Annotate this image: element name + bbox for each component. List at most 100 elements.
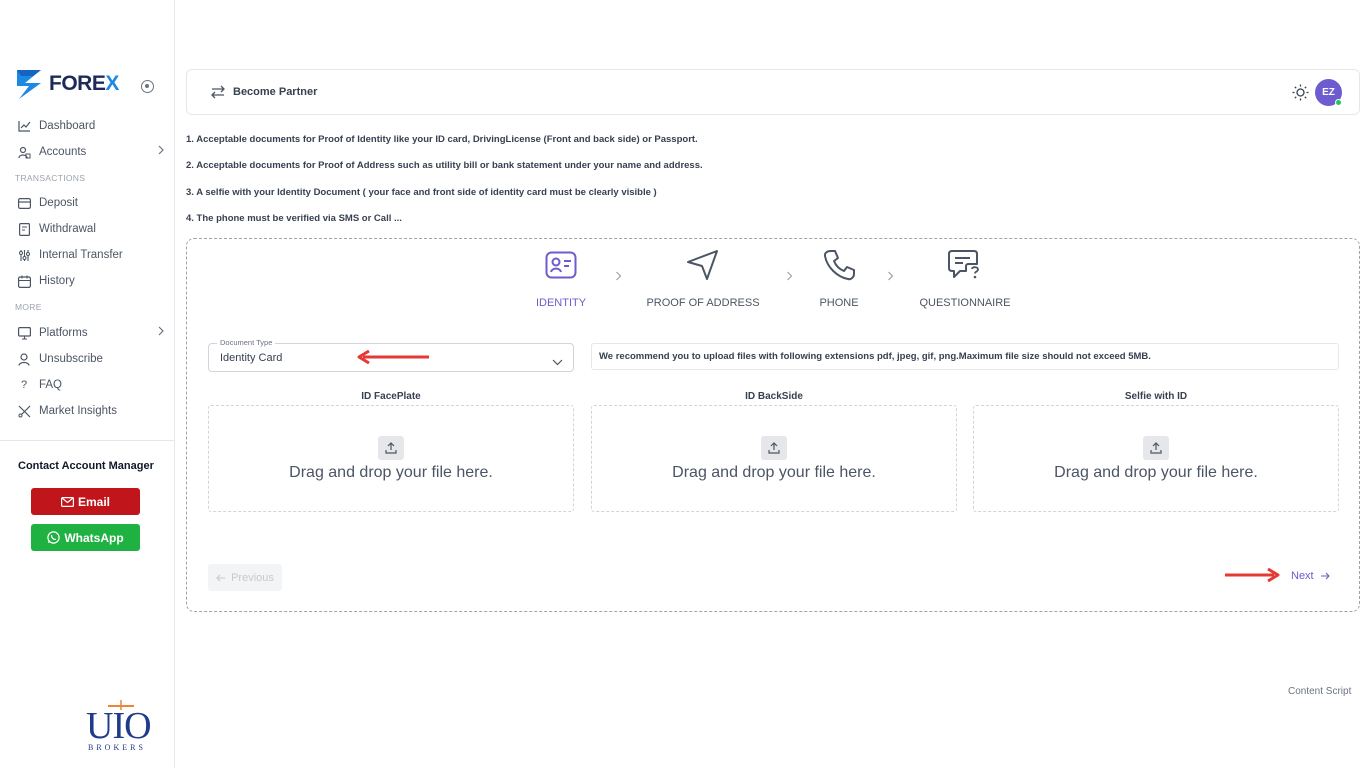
chevron-right-icon (157, 326, 165, 339)
id-card-icon (545, 251, 577, 279)
forex-logo[interactable]: FOREX (15, 68, 119, 100)
sidebar-item-label: Deposit (39, 197, 78, 209)
receipt-icon (17, 222, 31, 236)
dropzone-selfie-with-id[interactable]: Drag and drop your file here. (973, 405, 1339, 512)
forex-logo-icon (17, 70, 41, 99)
footer-content-script: Content Script (1288, 686, 1352, 697)
sidebar-item-label: Unsubscribe (39, 353, 103, 365)
navigation-icon (687, 250, 718, 280)
step-label: QUESTIONNAIRE (919, 297, 1011, 309)
section-label-more: MORE (15, 302, 42, 312)
user-icon (17, 352, 31, 366)
dropzone-id-faceplate[interactable]: Drag and drop your file here. (208, 405, 574, 512)
upload-label-id-backside: ID BackSide (745, 391, 803, 402)
sidebar-item-label: Market Insights (39, 405, 117, 417)
uio-brokers-logo: UIO BROKERS (86, 700, 154, 755)
arrow-left-icon (216, 574, 226, 581)
sidebar-item-label: Withdrawal (39, 223, 96, 235)
tools-icon (17, 404, 31, 418)
sidebar-item-history[interactable]: History (17, 271, 167, 291)
sidebar-item-internal-transfer[interactable]: Internal Transfer (17, 245, 167, 265)
sidebar-item-accounts[interactable]: Accounts (17, 142, 167, 162)
step-chevron-icon (786, 270, 793, 284)
instruction-note: 4. The phone must be verified via SMS or… (186, 213, 402, 224)
online-status-dot (1335, 99, 1342, 106)
sidebar-item-unsubscribe[interactable]: Unsubscribe (17, 349, 167, 369)
calendar-icon (17, 274, 31, 288)
upload-icon[interactable] (1143, 436, 1169, 460)
step-questionnaire[interactable]: QUESTIONNAIRE (914, 247, 1016, 309)
dropzone-id-backside[interactable]: Drag and drop your file here. (591, 405, 957, 512)
top-header: Become Partner EZ (186, 69, 1360, 115)
contact-account-manager-title: Contact Account Manager (18, 460, 154, 472)
logo-text: FOREX (49, 72, 119, 95)
document-type-legend: Document Type (217, 338, 276, 347)
monitor-icon (17, 326, 31, 340)
chevron-right-icon (157, 145, 165, 158)
sidebar-item-label: Dashboard (39, 120, 96, 132)
annotation-arrow-left-icon (357, 350, 429, 364)
annotation-arrow-right-icon (1225, 568, 1280, 582)
dropzone-text: Drag and drop your file here. (1054, 464, 1258, 481)
phone-icon (823, 250, 855, 281)
instruction-note: 1. Acceptable documents for Proof of Ide… (186, 134, 698, 145)
next-button[interactable]: Next (1291, 570, 1330, 582)
instruction-note: 3. A selfie with your Identity Document … (186, 187, 657, 198)
sidebar-item-platforms[interactable]: Platforms (17, 323, 167, 343)
brand-text: UIO (86, 705, 152, 747)
whatsapp-button[interactable]: WhatsApp (31, 524, 140, 551)
mail-icon (60, 496, 74, 507)
arrow-right-icon (1320, 572, 1330, 580)
step-label: PROOF OF ADDRESS (646, 297, 760, 309)
swap-arrows-icon (211, 85, 225, 99)
question-icon: ? (20, 379, 28, 391)
upload-label-id-faceplate: ID FacePlate (361, 391, 421, 402)
upload-label-selfie-with-id: Selfie with ID (1124, 391, 1188, 402)
step-label: PHONE (819, 297, 859, 309)
brand-subtext: BROKERS (88, 743, 146, 752)
sidebar-collapse-toggle[interactable] (141, 80, 154, 93)
sliders-icon (17, 248, 31, 262)
dropzone-text: Drag and drop your file here. (672, 464, 876, 481)
whatsapp-button-label: WhatsApp (64, 530, 124, 545)
section-label-transactions: TRANSACTIONS (15, 173, 86, 183)
email-button-label: Email (77, 494, 110, 509)
sidebar-item-withdrawal[interactable]: Withdrawal (17, 219, 167, 239)
step-chevron-icon (615, 270, 622, 284)
user-lock-icon (17, 145, 31, 159)
sidebar-item-faq[interactable]: ? FAQ (17, 375, 167, 395)
card-icon (17, 196, 31, 210)
email-button[interactable]: Email (31, 488, 140, 515)
message-question-icon (948, 250, 979, 279)
step-phone[interactable]: PHONE (809, 247, 869, 309)
sidebar-item-market-insights[interactable]: Market Insights (17, 401, 167, 421)
theme-toggle-sun-icon[interactable] (1292, 84, 1309, 106)
previous-button-label: Previous (231, 571, 274, 584)
sidebar: FOREX Dashboard Accounts TRANSACTIONS De… (0, 0, 175, 768)
chevron-down-icon (552, 353, 563, 371)
upload-icon[interactable] (761, 436, 787, 460)
next-button-label: Next (1291, 570, 1314, 582)
become-partner-link[interactable]: Become Partner (209, 84, 317, 100)
sidebar-item-dashboard[interactable]: Dashboard (17, 116, 167, 136)
sidebar-item-label: History (39, 275, 75, 287)
become-partner-label: Become Partner (233, 86, 318, 98)
whatsapp-icon (47, 531, 61, 544)
step-proof-of-address[interactable]: PROOF OF ADDRESS (643, 247, 763, 309)
instruction-note: 2. Acceptable documents for Proof of Add… (186, 160, 703, 171)
upload-icon[interactable] (378, 436, 404, 460)
step-identity[interactable]: IDENTITY (520, 247, 602, 309)
sidebar-item-label: FAQ (39, 379, 63, 391)
sidebar-item-label: Platforms (39, 327, 88, 339)
sidebar-item-deposit[interactable]: Deposit (17, 193, 167, 213)
previous-button[interactable]: Previous (208, 564, 282, 591)
upload-recommendation: We recommend you to upload files with fo… (591, 343, 1339, 370)
document-type-value: Identity Card (220, 352, 283, 364)
chart-icon (17, 119, 31, 133)
step-label: IDENTITY (535, 297, 587, 309)
step-chevron-icon (887, 270, 894, 284)
dropzone-text: Drag and drop your file here. (289, 464, 493, 481)
sidebar-item-label: Accounts (39, 146, 87, 158)
verification-card: IDENTITY PROOF OF ADDRESS PHONE QUESTION… (186, 238, 1360, 612)
sidebar-item-label: Internal Transfer (39, 249, 123, 261)
